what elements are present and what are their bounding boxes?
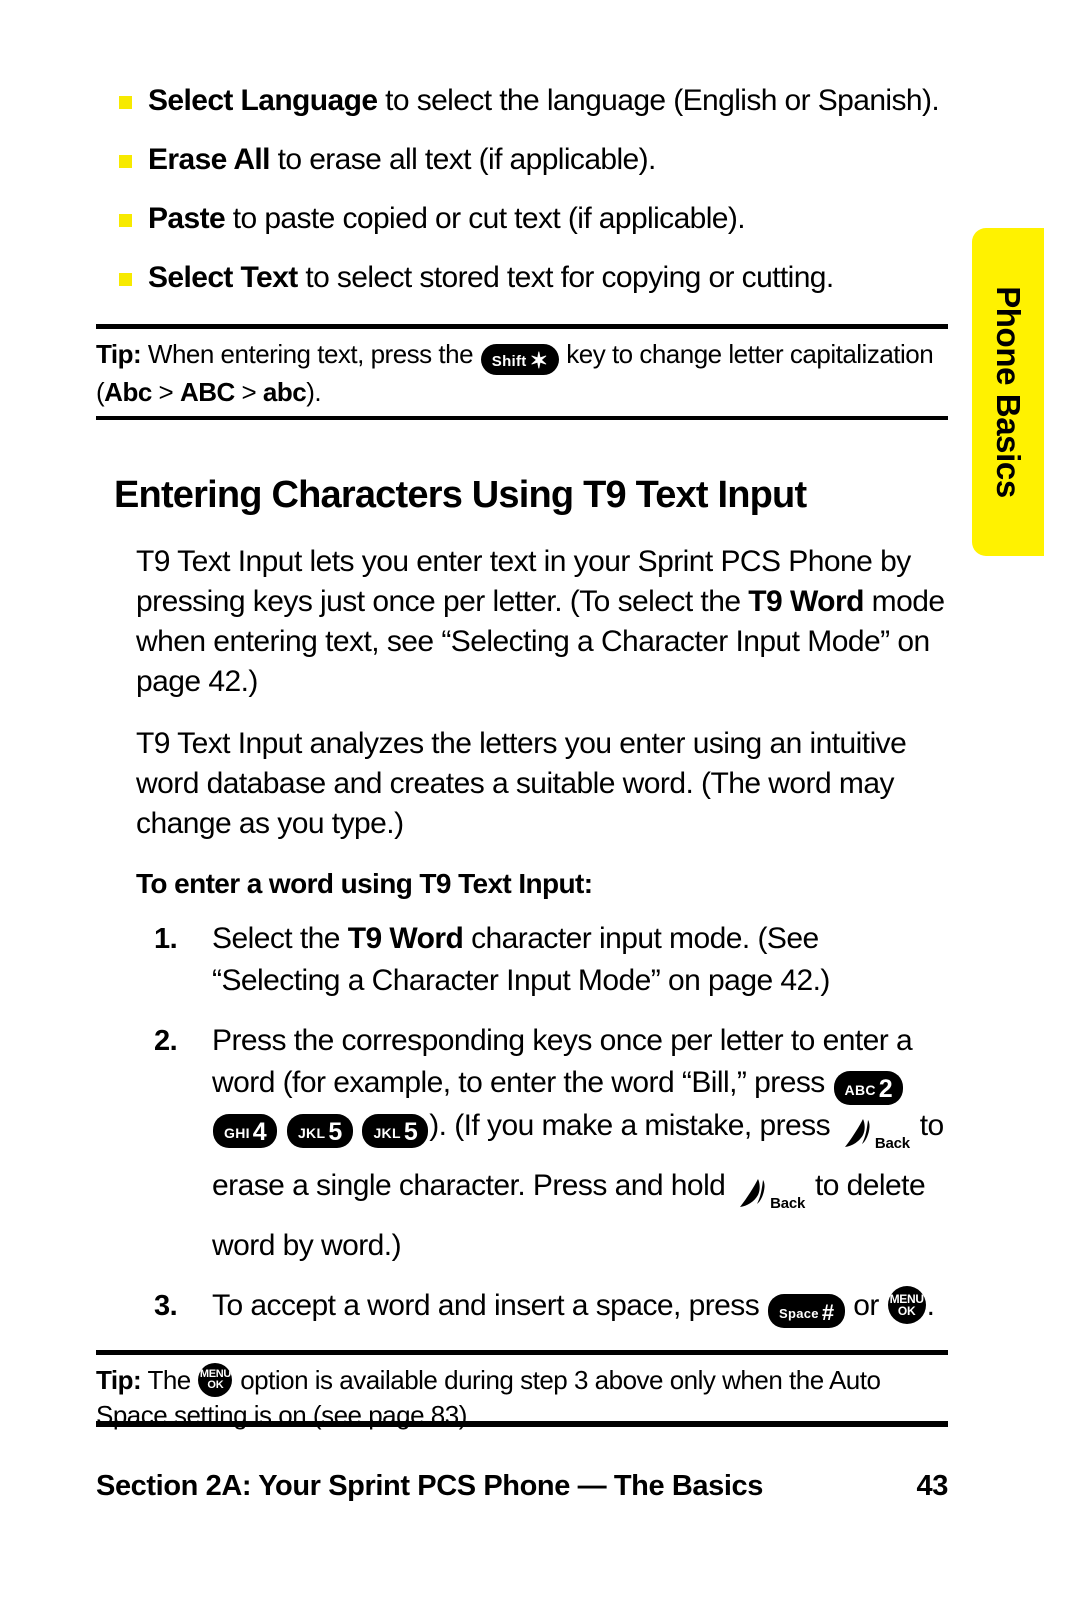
side-tab-label: Phone Basics bbox=[990, 286, 1027, 498]
back-key-icon: Back bbox=[840, 1111, 910, 1165]
key-5-jkl-icon: JKL 5 bbox=[362, 1114, 429, 1148]
key-sublabel: ABC bbox=[844, 1082, 876, 1098]
bullet-term: Select Text bbox=[148, 261, 298, 294]
key-sublabel: GHI bbox=[224, 1125, 250, 1141]
side-tab-phone-basics: Phone Basics bbox=[972, 228, 1044, 556]
bullet-description: to paste copied or cut text (if applicab… bbox=[225, 202, 746, 235]
step-number: 1. bbox=[154, 923, 178, 955]
back-key-icon: Back bbox=[735, 1171, 805, 1225]
case-seq-separator: > bbox=[234, 377, 263, 407]
t9-word-emphasis: T9 Word bbox=[748, 585, 864, 618]
list-item: 2. Press the corresponding keys once per … bbox=[136, 1020, 948, 1267]
tip-text: Tip: When entering text, press the Shift… bbox=[96, 329, 948, 416]
bullet-term: Select Language bbox=[148, 84, 378, 117]
page-footer: Section 2A: Your Sprint PCS Phone — The … bbox=[96, 1470, 948, 1503]
case-seq-abc-mixed: Abc bbox=[104, 377, 152, 407]
intro-paragraph-1: T9 Text Input lets you enter text in you… bbox=[136, 542, 948, 702]
list-item: 3. To accept a word and insert a space, p… bbox=[136, 1285, 948, 1328]
procedure-steps: 1. Select the T9 Word character input mo… bbox=[136, 918, 948, 1328]
bullet-term: Erase All bbox=[148, 143, 271, 176]
list-item: Erase All to erase all text (if applicab… bbox=[96, 135, 948, 184]
case-seq-abc-upper: ABC bbox=[179, 377, 235, 407]
case-seq-abc-lower: abc bbox=[262, 377, 307, 407]
key-2-abc-icon: ABC 2 bbox=[833, 1071, 904, 1105]
step-text-mid-1: ). (If you make a mistake, press bbox=[429, 1109, 838, 1142]
t9-word-emphasis: T9 Word bbox=[347, 922, 464, 955]
bullet-description: to erase all text (if applicable). bbox=[269, 143, 657, 176]
procedure-subheading: To enter a word using T9 Text Input: bbox=[136, 868, 593, 899]
page-title: Entering Characters Using T9 Text Input bbox=[114, 474, 807, 516]
list-item: Select Text to select stored text for co… bbox=[96, 253, 948, 302]
step-text-mid: or bbox=[845, 1289, 887, 1322]
page-number: 43 bbox=[916, 1470, 949, 1502]
key-number: 2 bbox=[878, 1075, 893, 1103]
back-key-label: Back bbox=[874, 1135, 910, 1152]
key-4-ghi-icon: GHI 4 bbox=[213, 1114, 278, 1148]
key-number: 5 bbox=[328, 1118, 342, 1146]
space-key-icon: Space # bbox=[768, 1294, 845, 1328]
options-bullet-list: Select Language to select the language (… bbox=[96, 76, 948, 302]
list-item: Select Language to select the language (… bbox=[96, 76, 948, 125]
menu-ok-key-icon: MENU OK bbox=[887, 1286, 926, 1324]
intro-paragraph-2: T9 Text Input analyzes the letters you e… bbox=[136, 724, 948, 844]
shift-key-sublabel: Shift bbox=[491, 353, 527, 370]
bullet-term: Paste bbox=[148, 202, 226, 235]
back-key-label: Back bbox=[770, 1195, 806, 1212]
case-seq-separator: > bbox=[151, 377, 180, 407]
tip-label: Tip: bbox=[96, 1365, 142, 1395]
menu-key-line2: OK bbox=[207, 1379, 224, 1391]
tip-text-end: ). bbox=[306, 377, 322, 407]
key-number: 4 bbox=[252, 1118, 267, 1146]
step-number: 3. bbox=[154, 1290, 178, 1322]
menu-key-line2: OK bbox=[897, 1304, 916, 1318]
list-item: 1. Select the T9 Word character input mo… bbox=[136, 918, 948, 1002]
tip-block-capitalization: Tip: When entering text, press the Shift… bbox=[96, 324, 948, 420]
step-text-a: Press the corresponding keys once per le… bbox=[212, 1024, 913, 1099]
menu-ok-key-icon: MENU OK bbox=[198, 1363, 233, 1397]
bullet-square-icon bbox=[119, 273, 132, 286]
paragraph-part-a: T9 Text Input analyzes the letters you e… bbox=[136, 727, 907, 840]
step-text-a: Select the bbox=[212, 922, 348, 955]
step-text-end: . bbox=[926, 1289, 935, 1322]
manual-page: Phone Basics Select Language to select t… bbox=[0, 0, 1080, 1620]
footer-section-title: Section 2A: Your Sprint PCS Phone — The … bbox=[96, 1470, 763, 1502]
bullet-square-icon bbox=[119, 155, 132, 168]
key-sublabel: JKL bbox=[373, 1125, 401, 1141]
step-number: 2. bbox=[154, 1025, 178, 1057]
tip-text-before-key: When entering text, press the bbox=[141, 339, 480, 369]
footer-divider bbox=[96, 1421, 948, 1427]
page-content: Select Language to select the language (… bbox=[96, 76, 948, 1439]
tip-text-before-key: The bbox=[141, 1365, 198, 1395]
step-text-a: To accept a word and insert a space, pre… bbox=[212, 1289, 767, 1322]
bullet-square-icon bbox=[119, 96, 132, 109]
key-number: 5 bbox=[403, 1118, 418, 1146]
tip-label: Tip: bbox=[96, 339, 142, 369]
shift-key-icon: Shift ✶ bbox=[480, 344, 559, 375]
bullet-description: to select stored text for copying or cut… bbox=[297, 261, 834, 294]
bullet-description: to select the language (English or Spani… bbox=[377, 84, 940, 117]
bullet-square-icon bbox=[119, 214, 132, 227]
space-key-glyph: # bbox=[821, 1300, 834, 1325]
list-item: Paste to paste copied or cut text (if ap… bbox=[96, 194, 948, 243]
shift-key-glyph: ✶ bbox=[529, 348, 548, 373]
tip-bottom-rule bbox=[96, 416, 948, 420]
key-sublabel: JKL bbox=[297, 1125, 326, 1141]
space-key-sublabel: Space bbox=[779, 1306, 819, 1321]
key-5-jkl-icon: JKL 5 bbox=[286, 1114, 353, 1148]
